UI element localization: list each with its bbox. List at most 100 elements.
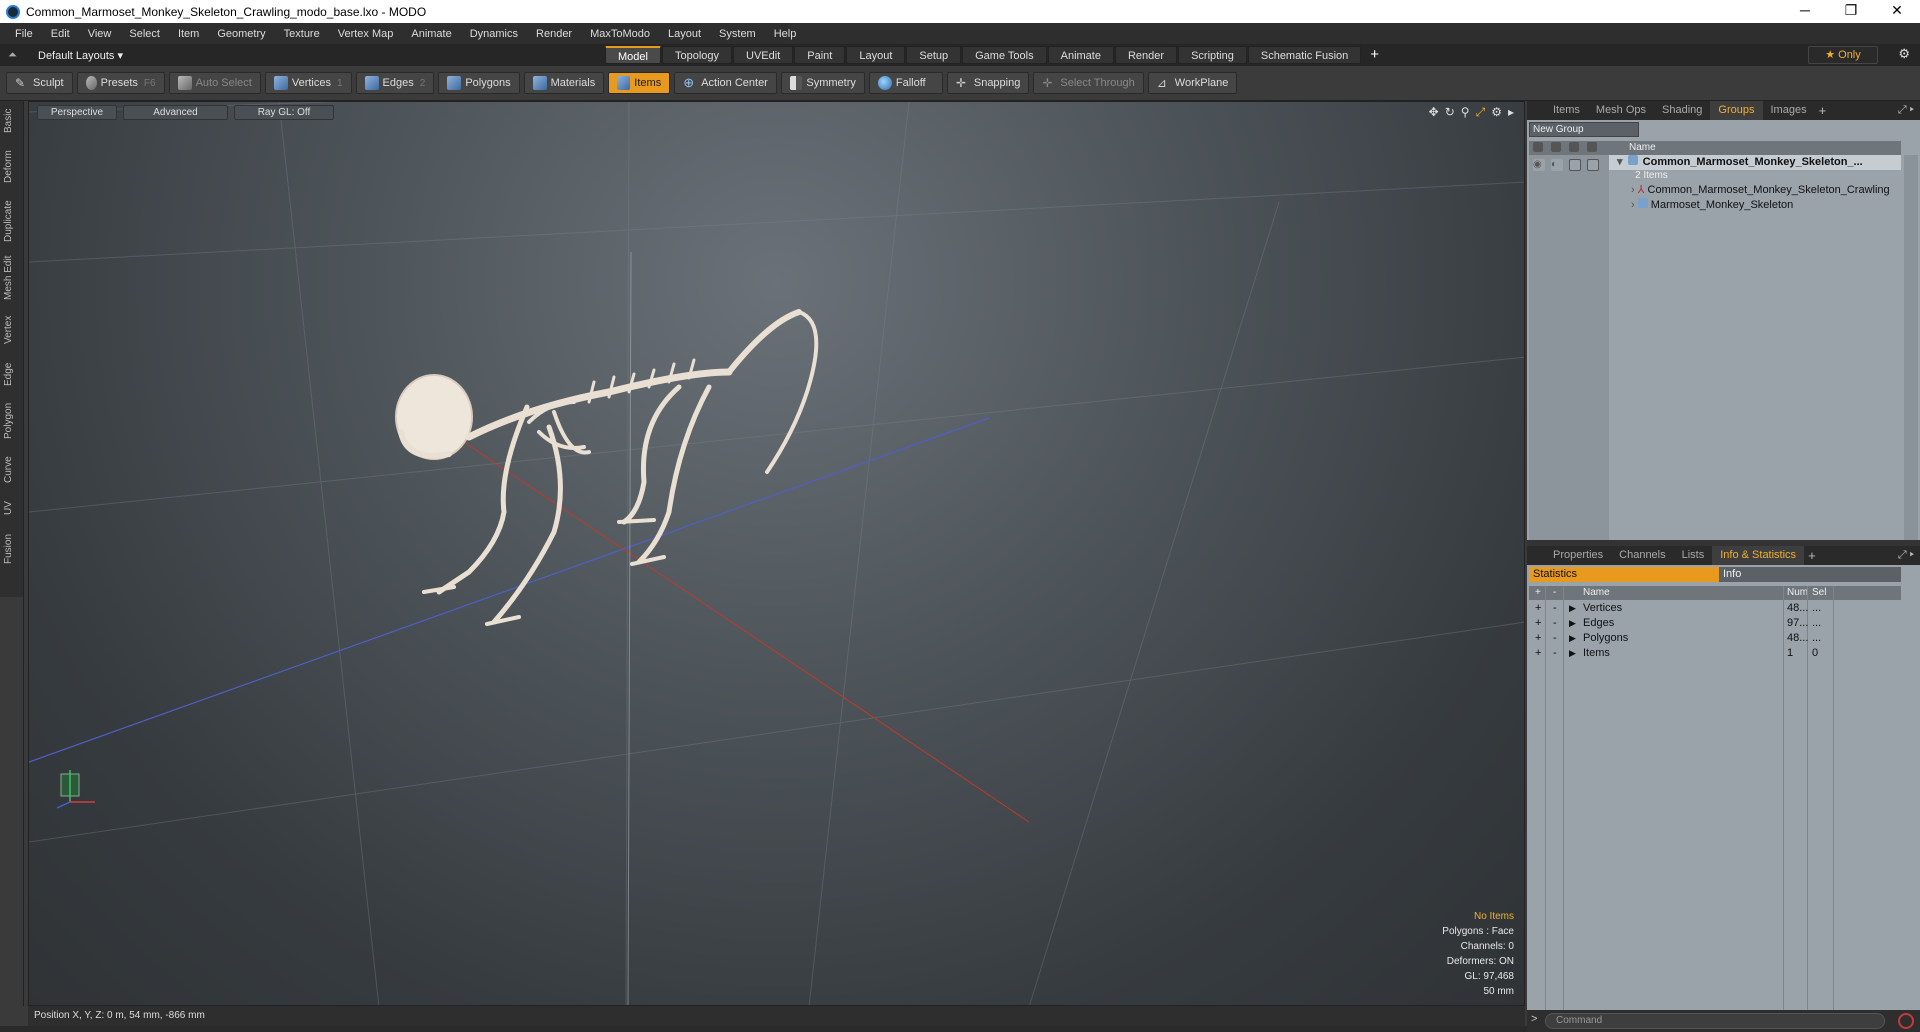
tab-mesh-edit[interactable]: Mesh Edit bbox=[3, 255, 21, 301]
add-panel-tab-button[interactable]: + bbox=[1808, 548, 1816, 563]
snapping-button[interactable]: ✛ Snapping bbox=[946, 72, 1030, 94]
tab-paint[interactable]: Paint bbox=[794, 46, 846, 64]
tab-channels[interactable]: Channels bbox=[1611, 546, 1673, 565]
new-group-button[interactable]: New Group bbox=[1529, 122, 1639, 137]
auto-select-button[interactable]: Auto Select bbox=[168, 72, 261, 94]
materials-button[interactable]: Materials bbox=[523, 72, 605, 94]
group-member-row[interactable]: › ⅄ Common_Marmoset_Monkey_Skeleton_Craw… bbox=[1609, 183, 1901, 198]
tab-uvedit[interactable]: UVEdit bbox=[733, 46, 794, 64]
minimize-button[interactable]: ─ bbox=[1782, 0, 1828, 23]
maximize-button[interactable]: ❐ bbox=[1828, 0, 1874, 23]
collapse-all-icon[interactable]: - bbox=[1553, 586, 1556, 600]
stat-row-vertices[interactable]: + - ▶ Vertices 48... ... bbox=[1529, 601, 1901, 616]
presets-button[interactable]: Presets F6 bbox=[76, 72, 165, 94]
layout-toggle-icon[interactable]: ⏶ bbox=[8, 49, 22, 62]
menu-layout[interactable]: Layout bbox=[659, 28, 710, 40]
zoom-icon[interactable]: ⚲ bbox=[1461, 105, 1470, 120]
record-icon[interactable] bbox=[1898, 1013, 1914, 1029]
tab-properties[interactable]: Properties bbox=[1545, 546, 1611, 565]
edges-button[interactable]: Edges 2 bbox=[355, 72, 435, 94]
add-icon[interactable]: + bbox=[1535, 631, 1541, 646]
menu-help[interactable]: Help bbox=[765, 28, 806, 40]
tab-duplicate[interactable]: Duplicate bbox=[3, 197, 21, 245]
menu-geometry[interactable]: Geometry bbox=[208, 28, 274, 40]
collapse-icon[interactable]: ▾ bbox=[1617, 156, 1623, 168]
perspective-dropdown[interactable]: Perspective bbox=[37, 105, 117, 120]
falloff-button[interactable]: Falloff bbox=[868, 72, 943, 94]
add-icon[interactable]: + bbox=[1535, 616, 1541, 631]
render-icon[interactable] bbox=[1551, 142, 1561, 152]
tab-render[interactable]: Render bbox=[1114, 46, 1178, 64]
tab-schematic-fusion[interactable]: Schematic Fusion bbox=[1247, 46, 1362, 64]
tab-curve[interactable]: Curve bbox=[3, 453, 21, 487]
tab-edge[interactable]: Edge bbox=[3, 359, 21, 389]
tab-game-tools[interactable]: Game Tools bbox=[962, 46, 1047, 64]
tab-shading[interactable]: Shading bbox=[1654, 101, 1710, 120]
eye-icon[interactable] bbox=[1533, 142, 1543, 152]
symmetry-button[interactable]: Symmetry bbox=[780, 72, 865, 94]
tab-items[interactable]: Items bbox=[1545, 101, 1588, 120]
remove-icon[interactable]: - bbox=[1553, 601, 1557, 616]
expand-arrow-icon[interactable]: ▶ bbox=[1569, 631, 1576, 646]
add-icon[interactable]: + bbox=[1535, 601, 1541, 616]
tab-vertex[interactable]: Vertex bbox=[3, 311, 21, 349]
shading-dropdown[interactable]: Advanced bbox=[123, 105, 228, 120]
command-input[interactable]: Command bbox=[1545, 1013, 1885, 1029]
menu-maxtomodo[interactable]: MaxToModo bbox=[581, 28, 659, 40]
fit-icon[interactable]: ⤢ bbox=[1476, 105, 1486, 120]
polygons-button[interactable]: Polygons bbox=[438, 72, 520, 94]
move-icon[interactable]: ✥ bbox=[1429, 105, 1439, 120]
stat-row-items[interactable]: + - ▶ Items 1 0 bbox=[1529, 646, 1901, 661]
render-icon[interactable]: ◐ bbox=[1551, 159, 1563, 171]
settings-icon[interactable]: ⚙ bbox=[1491, 105, 1502, 120]
expand-all-icon[interactable]: + bbox=[1535, 586, 1541, 600]
select-icon[interactable] bbox=[1587, 142, 1597, 152]
lock-icon[interactable] bbox=[1569, 142, 1579, 152]
tab-basic[interactable]: Basic bbox=[3, 105, 21, 137]
tab-images[interactable]: Images bbox=[1763, 101, 1815, 120]
expand-arrow-icon[interactable]: ▶ bbox=[1569, 601, 1576, 616]
menu-edit[interactable]: Edit bbox=[42, 28, 79, 40]
tab-groups[interactable]: Groups bbox=[1710, 101, 1763, 120]
skeleton-model[interactable] bbox=[395, 309, 819, 626]
remove-icon[interactable]: - bbox=[1553, 646, 1557, 661]
action-center-button[interactable]: ⊕ Action Center bbox=[674, 72, 777, 94]
tab-deform[interactable]: Deform bbox=[3, 147, 21, 187]
menu-system[interactable]: System bbox=[710, 28, 765, 40]
tab-fusion[interactable]: Fusion bbox=[3, 529, 21, 569]
expand-arrow-icon[interactable]: ▶ bbox=[1569, 616, 1576, 631]
menu-animate[interactable]: Animate bbox=[402, 28, 460, 40]
gear-icon[interactable]: ⚙ bbox=[1898, 46, 1910, 62]
rotate-icon[interactable]: ↻ bbox=[1445, 105, 1455, 120]
tab-mesh-ops[interactable]: Mesh Ops bbox=[1588, 101, 1654, 120]
tab-topology[interactable]: Topology bbox=[661, 46, 733, 64]
3d-viewport[interactable]: Perspective Advanced Ray GL: Off ✥ ↻ ⚲ ⤢… bbox=[28, 101, 1525, 1006]
tab-scripting[interactable]: Scripting bbox=[1178, 46, 1247, 64]
expand-arrow-icon[interactable]: ▶ bbox=[1569, 646, 1576, 661]
tab-polygon[interactable]: Polygon bbox=[3, 399, 21, 443]
menu-dynamics[interactable]: Dynamics bbox=[461, 28, 527, 40]
items-button[interactable]: Items bbox=[608, 72, 671, 94]
group-member-row[interactable]: › Marmoset_Monkey_Skeleton bbox=[1609, 198, 1901, 213]
add-icon[interactable]: + bbox=[1535, 646, 1541, 661]
tab-info-statistics[interactable]: Info & Statistics bbox=[1712, 546, 1805, 565]
menu-file[interactable]: File bbox=[6, 28, 42, 40]
tab-info[interactable]: Info bbox=[1719, 567, 1901, 582]
tab-layout[interactable]: Layout bbox=[846, 46, 906, 64]
groups-scrollbar[interactable] bbox=[1904, 155, 1918, 540]
lock-checkbox[interactable] bbox=[1569, 159, 1581, 171]
stat-row-polygons[interactable]: + - ▶ Polygons 48... ... bbox=[1529, 631, 1901, 646]
tab-lists[interactable]: Lists bbox=[1674, 546, 1713, 565]
add-tab-button[interactable]: + bbox=[1370, 46, 1379, 64]
vertices-button[interactable]: Vertices 1 bbox=[264, 72, 352, 94]
only-button[interactable]: ★ Only bbox=[1808, 46, 1878, 64]
close-button[interactable]: ✕ bbox=[1874, 0, 1920, 23]
menu-render[interactable]: Render bbox=[527, 28, 581, 40]
tab-setup[interactable]: Setup bbox=[906, 46, 962, 64]
expand-icon[interactable]: ⤢ ▸ bbox=[1898, 104, 1914, 117]
workplane-button[interactable]: ⊿ WorkPlane bbox=[1147, 72, 1238, 94]
raygl-dropdown[interactable]: Ray GL: Off bbox=[234, 105, 334, 120]
menu-item[interactable]: Item bbox=[169, 28, 208, 40]
tab-uv[interactable]: UV bbox=[3, 497, 21, 519]
menu-vertex-map[interactable]: Vertex Map bbox=[329, 28, 403, 40]
